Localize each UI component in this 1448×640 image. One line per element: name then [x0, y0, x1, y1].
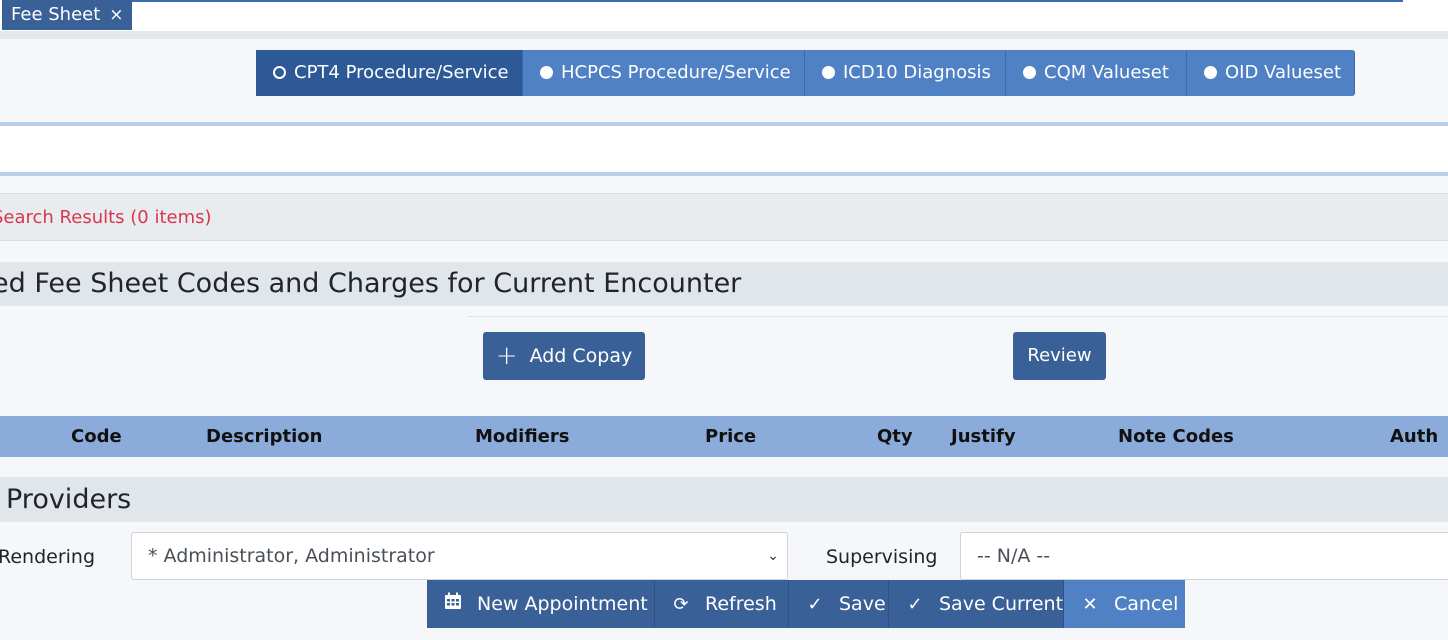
- save-current-button[interactable]: ✓ Save Current: [889, 580, 1064, 628]
- code-type-label: OID Valueset: [1225, 62, 1341, 83]
- search-results-label: Search Results (0 items): [0, 207, 212, 228]
- spacer: [0, 176, 1448, 194]
- chevron-down-icon: ⌄: [767, 548, 779, 564]
- close-icon[interactable]: ×: [109, 0, 123, 30]
- refresh-icon: ⟳: [673, 594, 689, 615]
- save-current-label: Save Current: [939, 593, 1064, 615]
- search-area[interactable]: [0, 126, 1448, 173]
- providers-section-title: Providers: [0, 477, 1448, 522]
- supervising-label: Supervising: [826, 546, 938, 568]
- rendering-provider-value: * Administrator, Administrator: [148, 545, 435, 567]
- providers-title-text: Providers: [6, 484, 132, 515]
- radio-icon: [1023, 66, 1036, 79]
- fee-table-header: Code Description Modifiers Price Qty Jus…: [0, 416, 1448, 457]
- radio-icon: [273, 66, 286, 79]
- tab-strip: [0, 31, 1448, 39]
- tab-label: Fee Sheet: [11, 4, 101, 25]
- save-label: Save: [839, 593, 886, 615]
- copay-area: + Add Copay Review: [0, 306, 1448, 416]
- plus-icon: +: [495, 341, 518, 371]
- column-header-description: Description: [206, 426, 323, 447]
- cancel-button[interactable]: ✕ Cancel: [1064, 580, 1185, 628]
- code-type-selector: CPT4 Procedure/Service HCPCS Procedure/S…: [0, 39, 1448, 123]
- column-header-modifiers: Modifiers: [475, 426, 570, 447]
- review-button[interactable]: Review: [1013, 332, 1106, 380]
- save-button[interactable]: ✓ Save: [789, 580, 889, 628]
- tab-bar-line: [132, 0, 1403, 2]
- code-type-label: ICD10 Diagnosis: [843, 62, 991, 83]
- divider: [468, 316, 1448, 317]
- code-type-cqm[interactable]: CQM Valueset: [1006, 50, 1187, 96]
- check-icon: ✓: [807, 594, 823, 615]
- supervising-provider-select[interactable]: -- N/A --: [960, 532, 1448, 580]
- rendering-label: Rendering: [0, 546, 96, 568]
- refresh-label: Refresh: [705, 593, 777, 615]
- code-type-label: CPT4 Procedure/Service: [294, 62, 509, 83]
- add-copay-label: Add Copay: [529, 345, 633, 367]
- new-appointment-label: New Appointment: [477, 593, 648, 615]
- refresh-button[interactable]: ⟳ Refresh: [655, 580, 789, 628]
- cancel-label: Cancel: [1114, 593, 1179, 615]
- code-type-icd10[interactable]: ICD10 Diagnosis: [805, 50, 1006, 96]
- code-type-hcpcs[interactable]: HCPCS Procedure/Service: [523, 50, 805, 96]
- code-type-label: CQM Valueset: [1044, 62, 1169, 83]
- check-icon: ✓: [907, 594, 923, 615]
- review-label: Review: [1027, 345, 1092, 366]
- column-header-auth: Auth: [1390, 426, 1439, 447]
- close-icon: ✕: [1082, 594, 1098, 615]
- fee-table-body: [0, 457, 1448, 477]
- tab-fee-sheet[interactable]: Fee Sheet ×: [2, 0, 132, 30]
- column-header-justify: Justify: [951, 426, 1016, 447]
- column-header-code: Code: [71, 426, 122, 447]
- rendering-provider-select[interactable]: * Administrator, Administrator ⌄: [131, 532, 788, 580]
- code-type-oid[interactable]: OID Valueset: [1187, 50, 1355, 96]
- column-header-qty: Qty: [877, 426, 913, 447]
- add-copay-button[interactable]: + Add Copay: [483, 332, 645, 380]
- radio-icon: [1204, 66, 1217, 79]
- tab-bar: Fee Sheet ×: [0, 0, 1448, 32]
- calendar-icon: [443, 581, 463, 629]
- column-header-note-codes: Note Codes: [1118, 426, 1234, 447]
- spacer: [0, 241, 1448, 262]
- new-appointment-button[interactable]: New Appointment: [427, 580, 655, 628]
- code-type-label: HCPCS Procedure/Service: [561, 62, 791, 83]
- supervising-provider-value: -- N/A --: [977, 545, 1051, 567]
- column-header-price: Price: [705, 426, 757, 447]
- search-results-header[interactable]: Search Results (0 items): [0, 193, 1448, 241]
- radio-icon: [540, 66, 553, 79]
- radio-icon: [822, 66, 835, 79]
- code-type-cpt4[interactable]: CPT4 Procedure/Service: [256, 50, 523, 96]
- encounter-section-title: ed Fee Sheet Codes and Charges for Curre…: [0, 262, 1448, 306]
- encounter-title-text: ed Fee Sheet Codes and Charges for Curre…: [0, 268, 742, 299]
